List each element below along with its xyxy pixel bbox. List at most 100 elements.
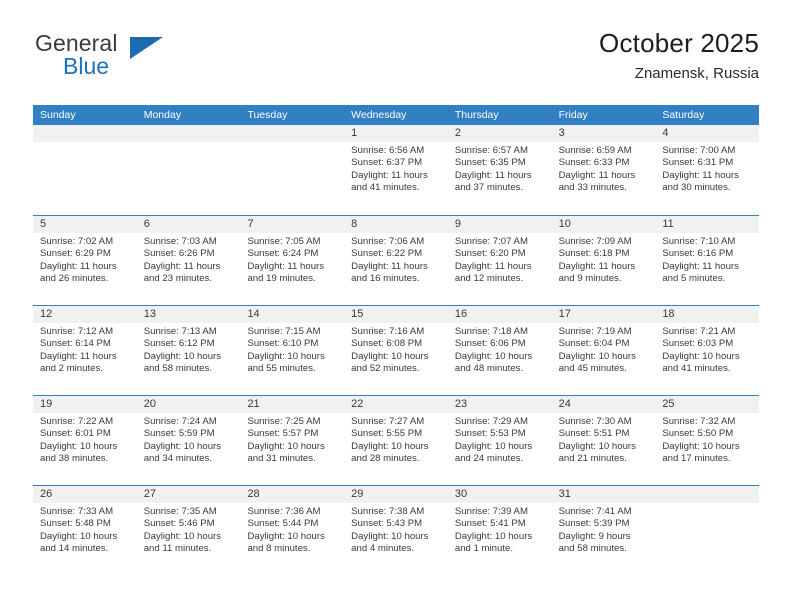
day-cell[interactable]: 16 Sunrise: 7:18 AM Sunset: 6:06 PM Dayl…	[447, 306, 552, 395]
day-cell[interactable]: 13 Sunrise: 7:13 AM Sunset: 6:12 PM Dayl…	[136, 306, 241, 395]
weekday-header-wednesday: Wednesday	[351, 109, 407, 121]
day-details: Sunrise: 7:15 AM Sunset: 6:10 PM Dayligh…	[240, 323, 344, 376]
day-cell[interactable]: 2 Sunrise: 6:57 AM Sunset: 6:35 PM Dayli…	[447, 125, 552, 215]
sunset-text: Sunset: 5:41 PM	[454, 518, 526, 530]
day-cell[interactable]: 4 Sunrise: 7:00 AM Sunset: 6:31 PM Dayli…	[655, 125, 760, 215]
sunrise-text: Sunrise: 7:29 AM	[454, 416, 528, 427]
day-cell[interactable]: 25 Sunrise: 7:32 AM Sunset: 5:50 PM Dayl…	[655, 396, 760, 485]
day-number: 23	[447, 396, 552, 413]
weekday-header-friday: Friday	[558, 109, 588, 121]
day-cell[interactable]	[33, 125, 137, 215]
page-subtitle: Znamensk, Russia	[634, 65, 759, 82]
day-cell[interactable]: 14 Sunrise: 7:15 AM Sunset: 6:10 PM Dayl…	[240, 306, 345, 395]
day-number: 29	[344, 486, 448, 503]
calendar-page: General Blue October 2025 Znamensk, Russ…	[0, 0, 792, 612]
day-cell[interactable]: 28 Sunrise: 7:36 AM Sunset: 5:44 PM Dayl…	[240, 486, 345, 575]
sunset-text: Sunset: 5:53 PM	[454, 428, 526, 440]
sunrise-text: Sunrise: 7:12 AM	[40, 326, 114, 337]
day-number: 30	[447, 486, 552, 503]
day-cell[interactable]: 1 Sunrise: 6:56 AM Sunset: 6:37 PM Dayli…	[344, 125, 448, 215]
day-cell[interactable]: 27 Sunrise: 7:35 AM Sunset: 5:46 PM Dayl…	[136, 486, 241, 575]
day-number: 7	[240, 216, 345, 233]
daylight-text-line2: and 31 minutes.	[247, 453, 316, 465]
day-cell[interactable]: 17 Sunrise: 7:19 AM Sunset: 6:04 PM Dayl…	[551, 306, 656, 395]
daylight-text-line2: and 58 minutes.	[558, 543, 627, 555]
day-details: Sunrise: 7:30 AM Sunset: 5:51 PM Dayligh…	[552, 413, 656, 466]
day-cell[interactable]: 15 Sunrise: 7:16 AM Sunset: 6:08 PM Dayl…	[344, 306, 448, 395]
day-cell[interactable]: 9 Sunrise: 7:07 AM Sunset: 6:20 PM Dayli…	[447, 216, 552, 305]
day-cell[interactable]: 23 Sunrise: 7:29 AM Sunset: 5:53 PM Dayl…	[447, 396, 552, 485]
page-title: October 2025	[599, 28, 759, 58]
day-details: Sunrise: 6:59 AM Sunset: 6:33 PM Dayligh…	[552, 142, 656, 195]
sunrise-text: Sunrise: 7:07 AM	[454, 236, 528, 247]
day-number: 13	[136, 306, 241, 323]
sunset-text: Sunset: 6:10 PM	[247, 338, 319, 350]
weekday-header-sunday: Sunday	[40, 109, 76, 121]
day-cell[interactable]: 26 Sunrise: 7:33 AM Sunset: 5:48 PM Dayl…	[33, 486, 137, 575]
day-number	[33, 125, 137, 142]
day-details: Sunrise: 7:41 AM Sunset: 5:39 PM Dayligh…	[552, 503, 656, 556]
day-cell[interactable]: 22 Sunrise: 7:27 AM Sunset: 5:55 PM Dayl…	[344, 396, 448, 485]
day-details: Sunrise: 7:33 AM Sunset: 5:48 PM Dayligh…	[33, 503, 137, 556]
day-cell[interactable]: 5 Sunrise: 7:02 AM Sunset: 6:29 PM Dayli…	[33, 216, 137, 305]
sunrise-text: Sunrise: 7:39 AM	[454, 506, 528, 517]
daylight-text-line2: and 4 minutes.	[351, 543, 415, 555]
daylight-text-line1: Daylight: 10 hours	[662, 350, 740, 362]
daylight-text-line2: and 38 minutes.	[40, 453, 109, 465]
day-cell[interactable]	[655, 486, 760, 575]
day-cell[interactable]	[136, 125, 241, 215]
sunset-text: Sunset: 6:37 PM	[351, 157, 423, 169]
day-cell[interactable]: 29 Sunrise: 7:38 AM Sunset: 5:43 PM Dayl…	[344, 486, 448, 575]
daylight-text-line1: Daylight: 11 hours	[558, 260, 636, 272]
day-details: Sunrise: 7:06 AM Sunset: 6:22 PM Dayligh…	[344, 233, 448, 286]
sunrise-text: Sunrise: 7:06 AM	[351, 236, 425, 247]
day-number: 16	[447, 306, 552, 323]
day-cell[interactable]: 10 Sunrise: 7:09 AM Sunset: 6:18 PM Dayl…	[551, 216, 656, 305]
triangle-icon	[130, 37, 163, 59]
sunrise-text: Sunrise: 7:03 AM	[143, 236, 217, 247]
day-cell[interactable]: 3 Sunrise: 6:59 AM Sunset: 6:33 PM Dayli…	[551, 125, 656, 215]
day-details: Sunrise: 7:18 AM Sunset: 6:06 PM Dayligh…	[448, 323, 552, 376]
daylight-text-line1: Daylight: 10 hours	[558, 440, 636, 452]
day-details: Sunrise: 7:03 AM Sunset: 6:26 PM Dayligh…	[137, 233, 241, 286]
weekday-header-thursday: Thursday	[454, 109, 499, 121]
day-cell[interactable]: 8 Sunrise: 7:06 AM Sunset: 6:22 PM Dayli…	[344, 216, 448, 305]
day-number: 28	[240, 486, 345, 503]
day-number: 3	[551, 125, 656, 142]
daylight-text-line1: Daylight: 11 hours	[454, 169, 532, 181]
daylight-text-line1: Daylight: 11 hours	[662, 169, 739, 181]
sunset-text: Sunset: 5:43 PM	[351, 518, 423, 530]
daylight-text-line2: and 8 minutes.	[247, 543, 311, 555]
day-cell[interactable]: 19 Sunrise: 7:22 AM Sunset: 6:01 PM Dayl…	[33, 396, 137, 485]
day-cell[interactable]: 6 Sunrise: 7:03 AM Sunset: 6:26 PM Dayli…	[136, 216, 241, 305]
daylight-text-line1: Daylight: 10 hours	[143, 440, 222, 452]
sunrise-text: Sunrise: 7:36 AM	[247, 506, 321, 517]
daylight-text-line1: Daylight: 10 hours	[351, 350, 429, 362]
day-cell[interactable]: 11 Sunrise: 7:10 AM Sunset: 6:16 PM Dayl…	[655, 216, 760, 305]
sunrise-text: Sunrise: 7:27 AM	[351, 416, 425, 427]
day-cell[interactable]: 31 Sunrise: 7:41 AM Sunset: 5:39 PM Dayl…	[551, 486, 656, 575]
day-details: Sunrise: 7:00 AM Sunset: 6:31 PM Dayligh…	[655, 142, 759, 195]
sunset-text: Sunset: 6:31 PM	[662, 157, 734, 169]
sunset-text: Sunset: 6:24 PM	[247, 248, 319, 260]
day-number	[240, 125, 345, 142]
day-details: Sunrise: 7:39 AM Sunset: 5:41 PM Dayligh…	[448, 503, 552, 556]
day-cell[interactable]: 18 Sunrise: 7:21 AM Sunset: 6:03 PM Dayl…	[655, 306, 760, 395]
day-cell[interactable]: 7 Sunrise: 7:05 AM Sunset: 6:24 PM Dayli…	[240, 216, 345, 305]
calendar-week-row: 1 Sunrise: 6:56 AM Sunset: 6:37 PM Dayli…	[33, 125, 760, 215]
day-cell[interactable]: 24 Sunrise: 7:30 AM Sunset: 5:51 PM Dayl…	[551, 396, 656, 485]
sunset-text: Sunset: 6:26 PM	[143, 248, 215, 260]
day-cell[interactable]: 20 Sunrise: 7:24 AM Sunset: 5:59 PM Dayl…	[136, 396, 241, 485]
sunset-text: Sunset: 5:48 PM	[40, 518, 111, 530]
day-cell[interactable]: 12 Sunrise: 7:12 AM Sunset: 6:14 PM Dayl…	[33, 306, 137, 395]
day-details: Sunrise: 7:10 AM Sunset: 6:16 PM Dayligh…	[655, 233, 759, 286]
day-cell[interactable]: 21 Sunrise: 7:25 AM Sunset: 5:57 PM Dayl…	[240, 396, 345, 485]
daylight-text-line2: and 37 minutes.	[454, 182, 524, 194]
general-blue-logo[interactable]: General Blue	[33, 28, 263, 90]
daylight-text-line2: and 24 minutes.	[454, 453, 524, 465]
sunset-text: Sunset: 6:08 PM	[351, 338, 423, 350]
daylight-text-line2: and 28 minutes.	[351, 453, 420, 465]
day-cell[interactable]	[240, 125, 345, 215]
day-cell[interactable]: 30 Sunrise: 7:39 AM Sunset: 5:41 PM Dayl…	[447, 486, 552, 575]
day-number: 2	[447, 125, 552, 142]
